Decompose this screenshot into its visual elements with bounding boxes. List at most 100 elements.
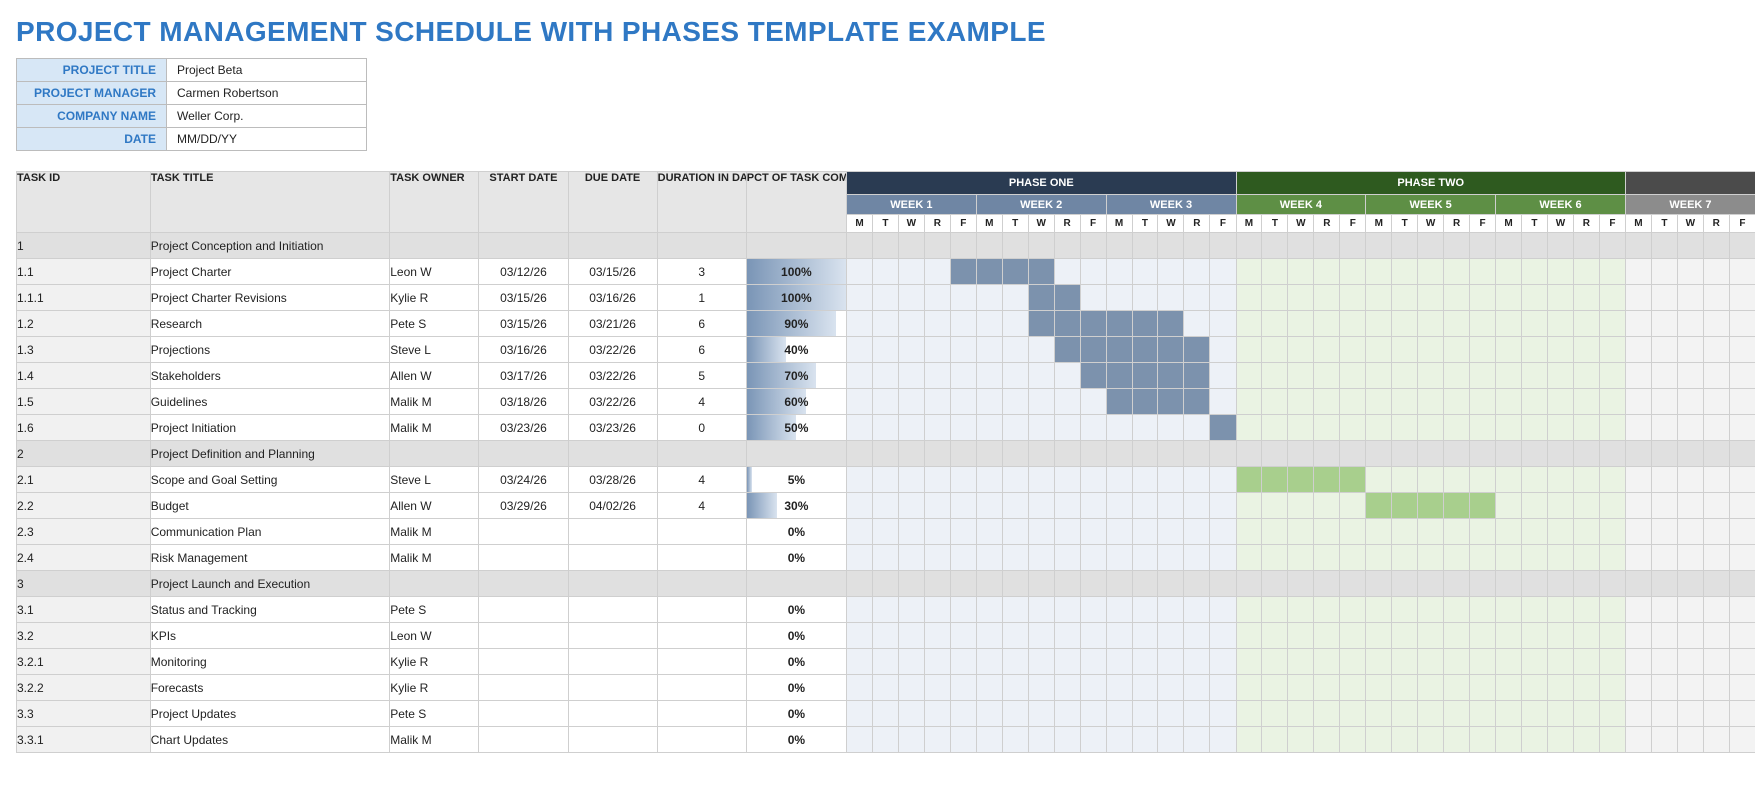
gantt-cell[interactable] [1444,623,1470,649]
gantt-cell[interactable] [924,623,950,649]
gantt-cell[interactable] [1625,285,1651,311]
gantt-cell[interactable] [1547,623,1573,649]
gantt-cell[interactable] [1729,597,1755,623]
gantt-cell[interactable] [1132,441,1158,467]
gantt-cell[interactable] [1002,675,1028,701]
gantt-cell[interactable] [1054,285,1080,311]
gantt-cell[interactable] [1054,623,1080,649]
gantt-cell[interactable] [1314,519,1340,545]
gantt-cell[interactable] [1340,493,1366,519]
gantt-cell[interactable] [1236,571,1262,597]
gantt-cell[interactable] [1677,701,1703,727]
gantt-cell[interactable] [1729,519,1755,545]
cell-task-id[interactable]: 2.2 [17,493,151,519]
gantt-cell[interactable] [1210,337,1236,363]
gantt-cell[interactable] [1547,285,1573,311]
gantt-cell[interactable] [872,597,898,623]
gantt-cell[interactable] [1392,701,1418,727]
gantt-cell[interactable] [1106,675,1132,701]
gantt-cell[interactable] [1314,727,1340,753]
cell-task-title[interactable]: Scope and Goal Setting [150,467,390,493]
cell-task-id[interactable]: 3.3 [17,701,151,727]
gantt-cell[interactable] [1314,597,1340,623]
gantt-cell[interactable] [1236,701,1262,727]
meta-value-project-manager[interactable]: Carmen Robertson [167,82,367,105]
gantt-cell[interactable] [1106,545,1132,571]
gantt-cell[interactable] [1651,623,1677,649]
gantt-cell[interactable] [1314,701,1340,727]
gantt-cell[interactable] [1496,389,1522,415]
gantt-cell[interactable] [1366,597,1392,623]
gantt-cell[interactable] [1677,727,1703,753]
cell-task-owner[interactable]: Kylie R [390,675,479,701]
cell-start-date[interactable] [479,623,568,649]
gantt-cell[interactable] [847,649,873,675]
gantt-cell[interactable] [1002,337,1028,363]
gantt-cell[interactable] [924,285,950,311]
gantt-cell[interactable] [1392,571,1418,597]
gantt-cell[interactable] [1599,597,1625,623]
gantt-cell[interactable] [1288,311,1314,337]
gantt-cell[interactable] [1080,675,1106,701]
gantt-cell[interactable] [1028,467,1054,493]
gantt-cell[interactable] [1262,649,1288,675]
gantt-cell[interactable] [1340,727,1366,753]
gantt-cell[interactable] [1729,623,1755,649]
gantt-cell[interactable] [1444,441,1470,467]
cell-pct[interactable]: 0% [746,649,846,675]
gantt-cell[interactable] [1158,571,1184,597]
gantt-cell[interactable] [1444,701,1470,727]
gantt-cell[interactable] [1002,389,1028,415]
gantt-cell[interactable] [1521,415,1547,441]
gantt-cell[interactable] [1470,233,1496,259]
gantt-cell[interactable] [1392,389,1418,415]
cell-task-owner[interactable]: Malik M [390,519,479,545]
gantt-cell[interactable] [1521,545,1547,571]
gantt-cell[interactable] [1573,233,1599,259]
cell-due-date[interactable] [568,571,657,597]
gantt-cell[interactable] [1028,519,1054,545]
cell-pct[interactable]: 0% [746,519,846,545]
gantt-cell[interactable] [1002,571,1028,597]
gantt-cell[interactable] [1703,467,1729,493]
cell-due-date[interactable]: 03/28/26 [568,467,657,493]
gantt-cell[interactable] [1184,311,1210,337]
cell-task-title[interactable]: Status and Tracking [150,597,390,623]
cell-start-date[interactable] [479,597,568,623]
gantt-cell[interactable] [924,259,950,285]
cell-pct[interactable]: 0% [746,701,846,727]
gantt-cell[interactable] [1599,311,1625,337]
gantt-cell[interactable] [1080,519,1106,545]
gantt-cell[interactable] [1132,571,1158,597]
gantt-cell[interactable] [1703,675,1729,701]
cell-duration[interactable] [657,519,746,545]
gantt-cell[interactable] [1054,311,1080,337]
gantt-cell[interactable] [847,233,873,259]
gantt-cell[interactable] [1625,675,1651,701]
gantt-cell[interactable] [898,363,924,389]
gantt-cell[interactable] [1599,649,1625,675]
gantt-cell[interactable] [1314,493,1340,519]
cell-duration[interactable] [657,441,746,467]
gantt-cell[interactable] [1418,623,1444,649]
gantt-cell[interactable] [1521,727,1547,753]
gantt-cell[interactable] [1573,571,1599,597]
gantt-cell[interactable] [1651,493,1677,519]
meta-value-project-title[interactable]: Project Beta [167,59,367,82]
gantt-cell[interactable] [898,597,924,623]
gantt-cell[interactable] [1625,415,1651,441]
gantt-cell[interactable] [1314,623,1340,649]
gantt-cell[interactable] [1080,467,1106,493]
cell-task-title[interactable]: Project Charter Revisions [150,285,390,311]
cell-due-date[interactable] [568,701,657,727]
gantt-cell[interactable] [1729,545,1755,571]
cell-task-owner[interactable]: Steve L [390,337,479,363]
gantt-cell[interactable] [1392,623,1418,649]
gantt-cell[interactable] [1054,675,1080,701]
cell-start-date[interactable]: 03/18/26 [479,389,568,415]
gantt-cell[interactable] [1625,337,1651,363]
gantt-cell[interactable] [847,545,873,571]
gantt-cell[interactable] [1392,675,1418,701]
gantt-cell[interactable] [1028,233,1054,259]
gantt-cell[interactable] [1573,389,1599,415]
